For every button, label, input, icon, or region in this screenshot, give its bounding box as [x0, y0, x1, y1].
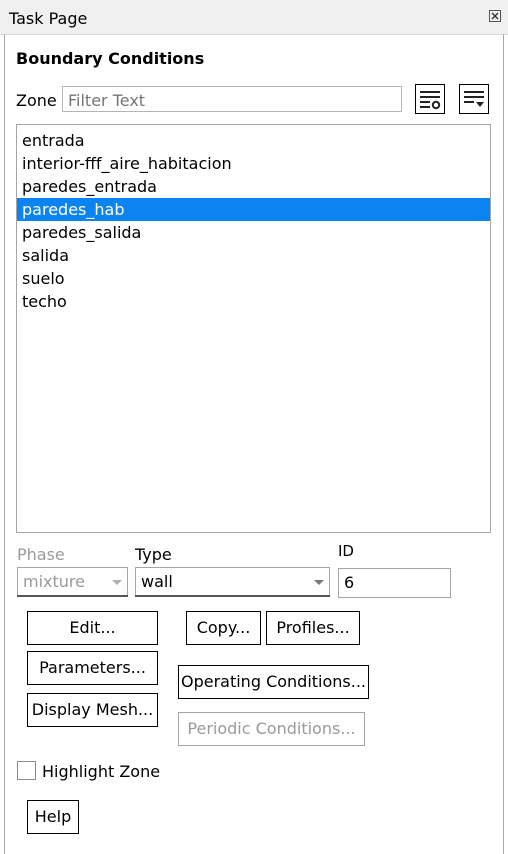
type-select[interactable]: wall — [135, 567, 330, 597]
operating-conditions-button[interactable]: Operating Conditions... — [178, 665, 369, 699]
zone-item-entrada[interactable]: entrada — [17, 129, 490, 152]
zone-label: Zone — [16, 91, 57, 110]
parameters-button[interactable]: Parameters... — [27, 651, 158, 685]
zone-item-suelo[interactable]: suelo — [17, 267, 490, 290]
zone-item-paredes-entrada[interactable]: paredes_entrada — [17, 175, 490, 198]
copy-button[interactable]: Copy... — [186, 611, 261, 645]
zone-item-interior[interactable]: interior-fff_aire_habitacion — [17, 152, 490, 175]
close-icon[interactable] — [489, 10, 501, 22]
zone-item-paredes-hab[interactable]: paredes_hab — [17, 198, 490, 221]
title-bar: Task Page — [0, 0, 508, 35]
zone-item-paredes-salida[interactable]: paredes_salida — [17, 221, 490, 244]
phase-select-value: mixture — [23, 572, 85, 591]
list-filter-settings-icon[interactable] — [415, 84, 445, 114]
highlight-zone-label: Highlight Zone — [42, 762, 161, 781]
phase-label: Phase — [17, 545, 65, 564]
list-filter-dropdown-icon[interactable] — [459, 84, 489, 114]
highlight-zone-checkbox[interactable] — [17, 761, 36, 780]
id-label: ID — [338, 542, 354, 560]
help-button[interactable]: Help — [27, 800, 79, 834]
zone-item-techo[interactable]: techo — [17, 290, 490, 313]
periodic-conditions-button: Periodic Conditions... — [178, 712, 365, 746]
id-field[interactable]: 6 — [338, 568, 451, 598]
phase-select: mixture — [17, 567, 128, 597]
type-label: Type — [135, 545, 172, 564]
zone-filter-input[interactable] — [62, 86, 402, 112]
display-mesh-button[interactable]: Display Mesh... — [27, 693, 158, 727]
zone-item-salida[interactable]: salida — [17, 244, 490, 267]
chevron-down-icon — [314, 580, 324, 585]
window-title: Task Page — [9, 9, 88, 28]
edit-button[interactable]: Edit... — [27, 611, 158, 645]
id-field-value: 6 — [344, 573, 355, 592]
chevron-down-icon — [112, 580, 122, 585]
profiles-button[interactable]: Profiles... — [266, 611, 360, 645]
panel-heading: Boundary Conditions — [16, 49, 205, 68]
type-select-value: wall — [141, 572, 173, 591]
zone-list[interactable]: entrada interior-fff_aire_habitacion par… — [16, 124, 491, 533]
